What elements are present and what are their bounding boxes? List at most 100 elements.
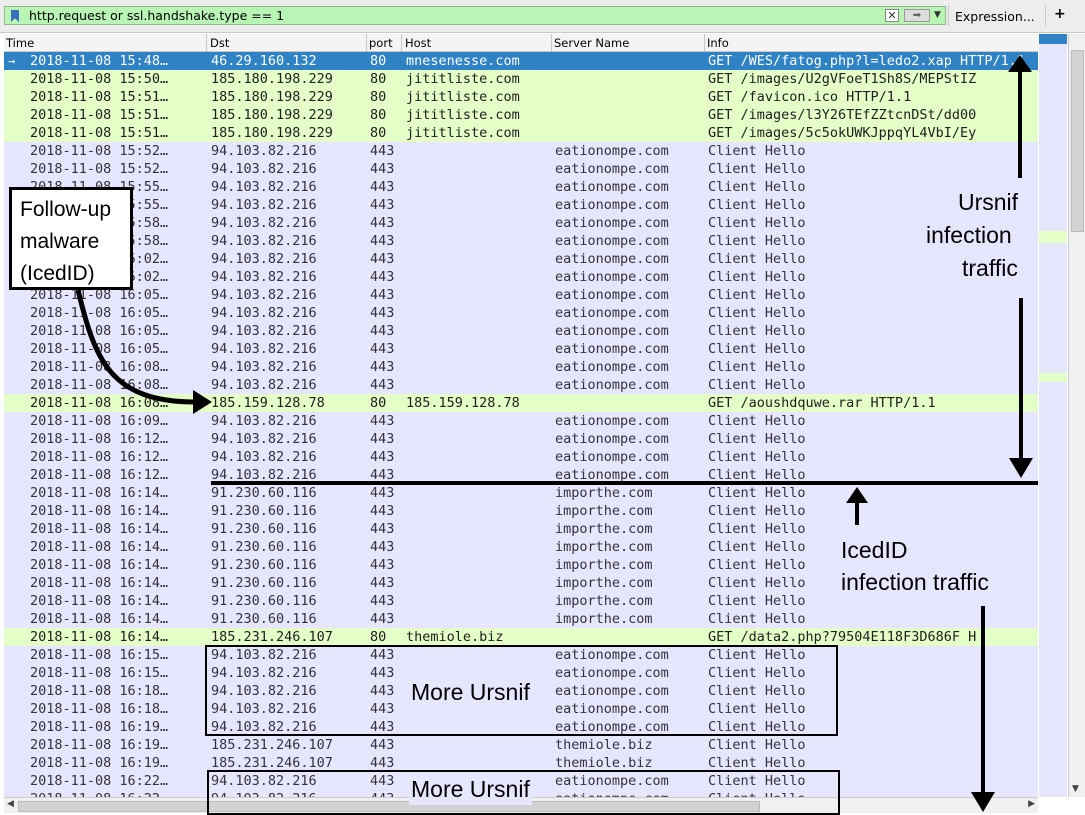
cell-dst: 94.103.82.216 — [211, 431, 317, 447]
vertical-scrollbar[interactable]: ▼ — [1068, 34, 1085, 797]
packet-row[interactable]: 2018-11-08 16:05… 94.103.82.216 443 eationo… — [4, 322, 1038, 340]
display-filter-input[interactable]: http.request or ssl.handshake.type == 1 … — [4, 6, 946, 25]
cell-info: Client Hello — [708, 413, 806, 429]
cell-dst: 91.230.60.116 — [211, 503, 317, 519]
packet-row[interactable]: 2018-11-08 16:14… 91.230.60.116 443 importh… — [4, 610, 1038, 628]
packet-row[interactable]: 2018-11-08 16:15… 94.103.82.216 443 eationo… — [4, 664, 1038, 682]
packet-row[interactable]: 2018-11-08 16:08… 94.103.82.216 443 eationo… — [4, 358, 1038, 376]
cell-time: 2018-11-08 16:02… — [30, 251, 169, 267]
horizontal-scrollbar[interactable]: ◀ ▶ — [4, 797, 1038, 813]
cell-time: 2018-11-08 15:51… — [30, 125, 169, 141]
cell-port: 443 — [370, 611, 395, 627]
packet-row[interactable]: 2018-11-08 15:52… 94.103.82.216 443 eationo… — [4, 160, 1038, 178]
cell-port: 80 — [370, 53, 387, 69]
display-filter-text[interactable]: http.request or ssl.handshake.type == 1 — [29, 8, 284, 23]
column-header-dst[interactable]: Dst — [210, 36, 229, 50]
cell-info: Client Hello — [708, 431, 806, 447]
packet-row[interactable]: 2018-11-08 15:58… 94.103.82.216 443 eationo… — [4, 232, 1038, 250]
cell-info: Client Hello — [708, 215, 806, 231]
packet-row[interactable]: 2018-11-08 16:14… 91.230.60.116 443 importh… — [4, 574, 1038, 592]
packet-row[interactable]: 2018-11-08 16:14… 185.231.246.107 80 themio… — [4, 628, 1038, 646]
packet-row[interactable]: 2018-11-08 16:05… 94.103.82.216 443 eationo… — [4, 304, 1038, 322]
cell-time: 2018-11-08 16:18… — [30, 683, 169, 699]
packet-row[interactable]: 2018-11-08 15:55… 94.103.82.216 443 eationo… — [4, 196, 1038, 214]
packet-row[interactable]: 2018-11-08 16:14… 91.230.60.116 443 importh… — [4, 520, 1038, 538]
cell-port: 443 — [370, 755, 395, 771]
packet-row[interactable]: 2018-11-08 15:55… 94.103.82.216 443 eationo… — [4, 178, 1038, 196]
column-header-server-name[interactable]: Server Name — [554, 36, 629, 50]
cell-server-name: importhe.com — [555, 575, 653, 591]
packet-row[interactable]: 2018-11-08 16:19… 94.103.82.216 443 eationo… — [4, 718, 1038, 736]
cell-port: 443 — [370, 179, 395, 195]
bookmark-icon[interactable] — [11, 10, 19, 22]
cell-dst: 94.103.82.216 — [211, 197, 317, 213]
cell-server-name: eationompe.com — [555, 161, 669, 177]
packet-row[interactable]: 2018-11-08 16:15… 94.103.82.216 443 eationo… — [4, 646, 1038, 664]
packet-row[interactable]: 2018-11-08 16:09… 94.103.82.216 443 eationo… — [4, 412, 1038, 430]
packet-row[interactable]: 2018-11-08 16:19… 185.231.246.107 443 themi… — [4, 754, 1038, 772]
packet-row[interactable]: 2018-11-08 16:14… 91.230.60.116 443 importh… — [4, 592, 1038, 610]
packet-row[interactable]: 2018-11-08 16:12… 94.103.82.216 443 eationo… — [4, 430, 1038, 448]
packet-row[interactable]: 2018-11-08 16:14… 91.230.60.116 443 importh… — [4, 502, 1038, 520]
packet-row[interactable]: 2018-11-08 16:02… 94.103.82.216 443 eationo… — [4, 250, 1038, 268]
packet-row[interactable]: 2018-11-08 16:19… 185.231.246.107 443 themi… — [4, 736, 1038, 754]
column-divider[interactable] — [366, 34, 367, 51]
packet-row[interactable]: 2018-11-08 15:51… 185.180.198.229 80 jititl… — [4, 124, 1038, 142]
cell-info: Client Hello — [708, 251, 806, 267]
packet-row[interactable]: 2018-11-08 16:22…94.103.82.216443eationo… — [4, 772, 1038, 790]
packet-row-selected[interactable]: → 2018-11-08 15:48… 46.29.160.132 80 mnesene… — [4, 52, 1038, 70]
packet-row[interactable]: 2018-11-08 15:51… 185.180.198.229 80 jititl… — [4, 106, 1038, 124]
packet-row[interactable]: 2018-11-08 16:05… 94.103.82.216 443 eationo… — [4, 286, 1038, 304]
column-header-port[interactable]: port — [369, 36, 393, 50]
apply-filter-icon[interactable]: ➡ — [904, 9, 930, 22]
add-filter-button[interactable]: + — [1054, 6, 1066, 22]
horizontal-scrollbar-thumb[interactable] — [18, 801, 760, 812]
cell-port: 443 — [370, 737, 395, 753]
packet-row[interactable]: 2018-11-08 16:14… 91.230.60.116 443 importh… — [4, 484, 1038, 502]
cell-server-name: eationompe.com — [555, 143, 669, 159]
clear-filter-icon[interactable]: ✕ — [885, 9, 899, 22]
cell-info: GET /WES/fatog.php?l=ledo2.xap HTTP/1.1 — [708, 53, 1025, 69]
packet-row[interactable]: 2018-11-08 16:08… 94.103.82.216 443 eationo… — [4, 376, 1038, 394]
cell-info: Client Hello — [708, 377, 806, 393]
column-divider[interactable] — [704, 34, 705, 51]
expression-button[interactable]: Expression... — [955, 9, 1035, 24]
cell-dst: 185.180.198.229 — [211, 125, 333, 141]
vertical-scrollbar-thumb[interactable] — [1071, 50, 1084, 232]
cell-time: 2018-11-08 16:22… — [30, 790, 206, 797]
packet-row[interactable]: 2018-11-08 15:52… 94.103.82.216 443 eationo… — [4, 142, 1038, 160]
cell-dst: 94.103.82.216 — [211, 341, 317, 357]
packet-row[interactable]: 2018-11-08 16:02… 94.103.82.216 443 eationo… — [4, 268, 1038, 286]
cell-time: 2018-11-08 16:02… — [30, 269, 169, 285]
packet-minimap[interactable] — [1039, 34, 1067, 797]
column-divider[interactable] — [206, 34, 207, 51]
packet-row[interactable]: 2018-11-08 16:12… 94.103.82.216 443 eationo… — [4, 448, 1038, 466]
packet-row[interactable]: 2018-11-08 16:12… 94.103.82.216 443 eationo… — [4, 466, 1038, 484]
packet-row[interactable]: 2018-11-08 16:14… 91.230.60.116 443 importh… — [4, 538, 1038, 556]
column-divider[interactable] — [551, 34, 552, 51]
packet-list[interactable]: → 2018-11-08 15:48… 46.29.160.132 80 mnesene… — [4, 52, 1038, 797]
packet-row[interactable]: 2018-11-08 15:51… 185.180.198.229 80 jititl… — [4, 88, 1038, 106]
packet-row[interactable]: 2018-11-08 15:58… 94.103.82.216 443 eationo… — [4, 214, 1038, 232]
cell-time: 2018-11-08 15:55… — [30, 197, 169, 213]
filter-history-dropdown-icon[interactable]: ▼ — [934, 10, 941, 20]
cell-dst: 91.230.60.116 — [211, 557, 317, 573]
cell-dst: 94.103.82.216 — [211, 701, 317, 717]
cell-dst: 185.231.246.107 — [211, 737, 333, 753]
selected-packet-arrow-icon: → — [8, 54, 16, 68]
scroll-right-arrow-icon[interactable]: ▶ — [1028, 799, 1035, 809]
column-divider[interactable] — [401, 34, 402, 51]
packet-row[interactable]: 2018-11-08 16:18… 94.103.82.216 443 eationo… — [4, 700, 1038, 718]
column-header-host[interactable]: Host — [405, 36, 431, 50]
scroll-left-arrow-icon[interactable]: ◀ — [7, 799, 14, 809]
column-header-info[interactable]: Info — [707, 36, 729, 50]
packet-row[interactable]: 2018-11-08 16:14… 91.230.60.116 443 importh… — [4, 556, 1038, 574]
packet-row[interactable]: 2018-11-08 16:05… 94.103.82.216 443 eationo… — [4, 340, 1038, 358]
cell-server-name: importhe.com — [555, 503, 653, 519]
scroll-down-arrow-icon[interactable]: ▼ — [1072, 784, 1079, 794]
column-header-time[interactable]: Time — [6, 36, 34, 50]
packet-row[interactable]: 2018-11-08 16:18… 94.103.82.216 443 eationo… — [4, 682, 1038, 700]
packet-row[interactable]: 2018-11-08 16:22…94.103.82.216443eationo… — [4, 790, 1038, 797]
packet-row[interactable]: 2018-11-08 16:08… 185.159.128.78 80 185.159… — [4, 394, 1038, 412]
packet-row[interactable]: 2018-11-08 15:50… 185.180.198.229 80 jititl… — [4, 70, 1038, 88]
